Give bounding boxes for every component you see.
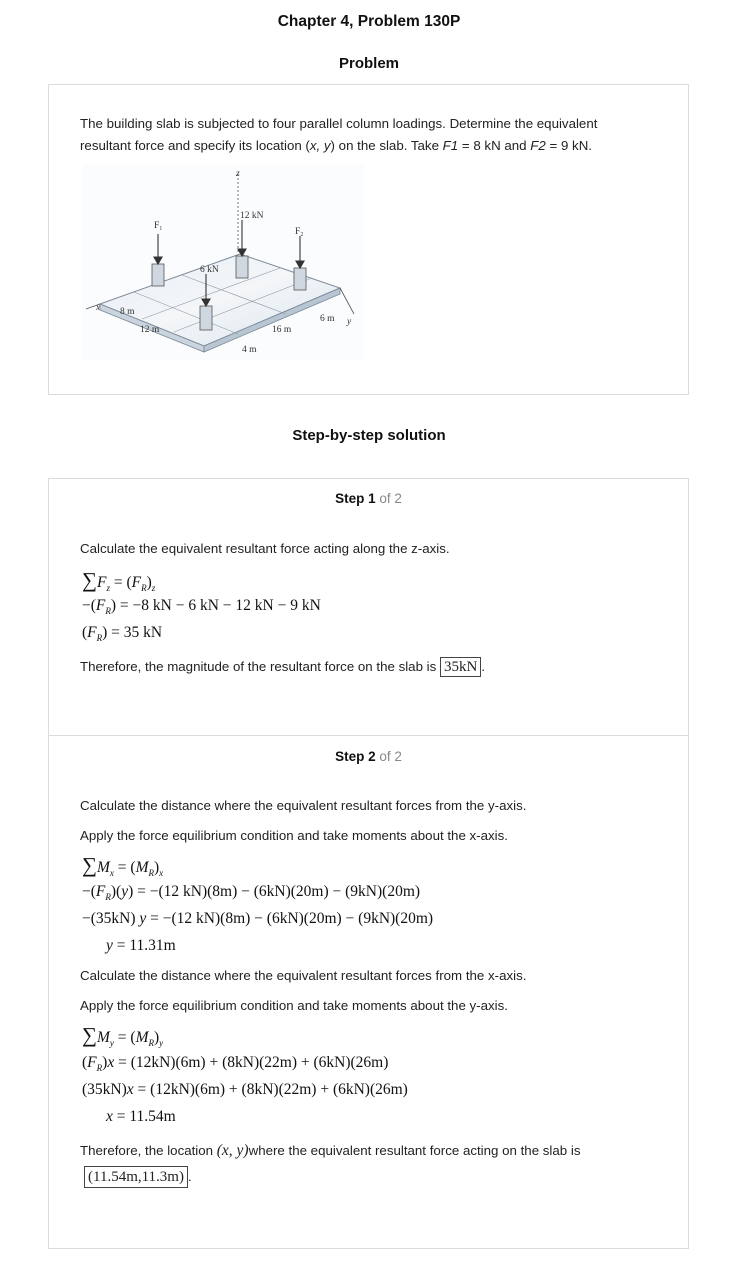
step1-eq3: (FR) = 35 kN bbox=[82, 624, 163, 644]
step1-conclusion: Therefore, the magnitude of the resultan… bbox=[80, 657, 486, 677]
problem-heading: Problem bbox=[338, 55, 399, 72]
fig-label-4m: 4 m bbox=[242, 345, 257, 355]
step1-eq2: −(FR) = −8 kN − 6 kN − 12 kN − 9 kN bbox=[82, 597, 321, 617]
step2-eq1: ∑Mx = (MR)x bbox=[82, 853, 164, 879]
step1-line1: Calculate the equivalent resultant force… bbox=[80, 541, 450, 556]
fig-label-f2: F₂ bbox=[295, 227, 304, 237]
step2-answer-line: (11.54m,11.3m). bbox=[84, 1166, 192, 1188]
step1-label: Step 1 of 2 bbox=[335, 491, 402, 506]
fig-label-12m: 12 m bbox=[140, 325, 160, 335]
fig-label-f1: F₁ bbox=[154, 221, 163, 231]
step2-line2: Apply the force equilibrium condition an… bbox=[80, 828, 508, 843]
fig-label-z: z bbox=[235, 169, 240, 179]
solution-heading: Step-by-step solution bbox=[292, 427, 446, 444]
fig-label-6m: 6 m bbox=[320, 314, 335, 324]
problem-text-line1: The building slab is subjected to four p… bbox=[80, 116, 598, 131]
fig-label-x: x bbox=[95, 303, 101, 313]
slab-figure: z 12 kN F₁ F₂ 6 kN x y 8 m 12 m 16 m 6 m… bbox=[82, 164, 364, 360]
step2-eq6: (FR)x = (12kN)(6m) + (8kN)(22m) + (6kN)(… bbox=[82, 1054, 389, 1074]
step2-eq3: −(35kN) y = −(12 kN)(8m) − (6kN)(20m) − … bbox=[82, 910, 434, 927]
step2-eq8: x = 11.54m bbox=[106, 1108, 176, 1125]
fig-label-8m: 8 m bbox=[120, 307, 135, 317]
fig-label-6kn: 6 kN bbox=[200, 265, 219, 275]
step1-eq1: ∑Fz = (FR)z bbox=[82, 568, 156, 594]
step2-line1: Calculate the distance where the equival… bbox=[80, 798, 527, 813]
step2-label: Step 2 of 2 bbox=[335, 749, 402, 764]
step2-eq7: (35kN)x = (12kN)(6m) + (8kN)(22m) + (6kN… bbox=[82, 1081, 408, 1098]
fig-label-y: y bbox=[346, 317, 352, 327]
fig-label-16m: 16 m bbox=[272, 325, 292, 335]
step-divider bbox=[48, 735, 689, 736]
step2-eq2: −(FR)(y) = −(12 kN)(8m) − (6kN)(20m) − (… bbox=[82, 883, 421, 903]
step2-eq4: y = 11.31m bbox=[106, 937, 176, 954]
step2-conclusion: Therefore, the location (x, y)where the … bbox=[80, 1142, 581, 1159]
step2-eq5: ∑My = (MR)y bbox=[82, 1023, 164, 1049]
step2-line4: Apply the force equilibrium condition an… bbox=[80, 998, 508, 1013]
problem-text-line2: resultant force and specify its location… bbox=[80, 138, 592, 153]
fig-label-12kn: 12 kN bbox=[240, 211, 264, 221]
step2-line3: Calculate the distance where the equival… bbox=[80, 968, 527, 983]
step1-answer: 35kN bbox=[439, 657, 482, 677]
chapter-title: Chapter 4, Problem 130P bbox=[277, 13, 461, 30]
step2-answer: (11.54m,11.3m) bbox=[84, 1166, 188, 1188]
